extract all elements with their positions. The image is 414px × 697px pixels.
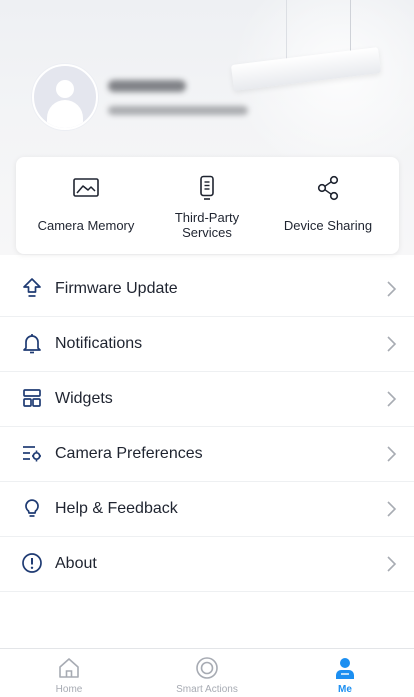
tab-me[interactable]: Me	[276, 649, 414, 697]
menu-item-firmware-update[interactable]: Firmware Update	[0, 262, 414, 317]
lamp-wire	[286, 0, 287, 60]
camera-memory-label: Camera Memory	[37, 218, 135, 233]
avatar-head	[56, 80, 74, 98]
menu-item-label: Notifications	[55, 335, 143, 352]
quick-actions-card: Camera Memory Third-Party Services Devic…	[16, 157, 399, 254]
remote-device-icon	[200, 175, 214, 200]
lightbulb-icon	[25, 499, 39, 517]
menu-item-widgets[interactable]: Widgets	[0, 372, 414, 427]
widgets-icon	[23, 389, 41, 407]
chevron-right-icon	[387, 281, 397, 297]
share-icon	[317, 175, 339, 201]
image-frame-icon	[73, 178, 99, 197]
third-party-services-button[interactable]: Third-Party Services	[143, 157, 271, 254]
account-email-redacted	[108, 106, 248, 115]
info-icon	[22, 553, 42, 573]
menu-item-label: Help & Feedback	[55, 500, 178, 517]
preferences-icon	[23, 446, 41, 462]
chevron-right-icon	[387, 556, 397, 572]
menu-item-label: About	[55, 555, 97, 572]
tab-label: Me	[338, 684, 352, 695]
avatar-body	[47, 100, 83, 128]
bottom-tab-bar: Home Smart Actions Me	[0, 648, 414, 697]
avatar[interactable]	[32, 64, 98, 130]
device-sharing-label: Device Sharing	[283, 218, 373, 233]
menu-item-label: Camera Preferences	[55, 445, 203, 462]
camera-memory-button[interactable]: Camera Memory	[22, 157, 150, 254]
menu-item-help-feedback[interactable]: Help & Feedback	[0, 482, 414, 537]
upload-arrow-icon	[23, 278, 41, 297]
menu-item-camera-preferences[interactable]: Camera Preferences	[0, 427, 414, 482]
settings-menu: Firmware Update Notifications Widgets Ca…	[0, 262, 414, 592]
bell-icon	[23, 334, 41, 354]
chevron-right-icon	[387, 336, 397, 352]
header-background-light	[230, 0, 414, 180]
menu-item-notifications[interactable]: Notifications	[0, 317, 414, 372]
tab-label: Smart Actions	[176, 684, 238, 695]
menu-item-label: Firmware Update	[55, 280, 178, 297]
smart-actions-icon	[196, 657, 218, 679]
chevron-right-icon	[387, 446, 397, 462]
person-icon	[336, 658, 354, 679]
device-sharing-button[interactable]: Device Sharing	[264, 157, 392, 254]
menu-item-label: Widgets	[55, 390, 113, 407]
chevron-right-icon	[387, 391, 397, 407]
menu-item-about[interactable]: About	[0, 537, 414, 592]
tab-home[interactable]: Home	[0, 649, 138, 697]
tab-smart-actions[interactable]: Smart Actions	[138, 649, 276, 697]
third-party-services-label: Third-Party Services	[174, 210, 240, 240]
home-icon	[59, 658, 79, 678]
account-name-redacted[interactable]	[108, 80, 186, 92]
chevron-right-icon	[387, 501, 397, 517]
tab-label: Home	[55, 684, 83, 695]
